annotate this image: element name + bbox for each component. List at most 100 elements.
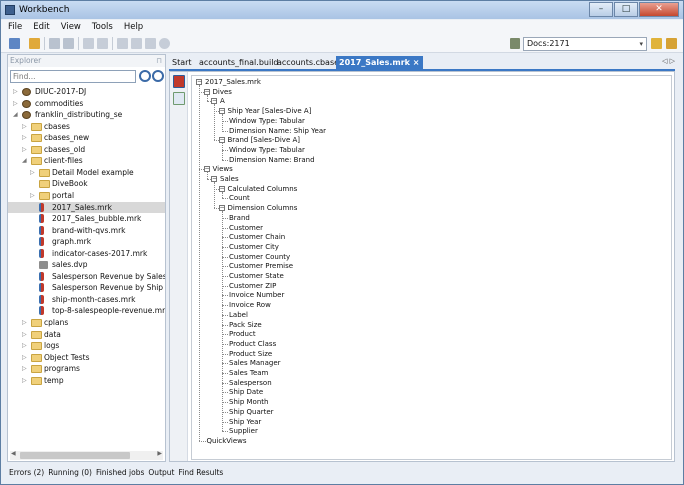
search-icon[interactable] bbox=[139, 70, 151, 82]
status-errors[interactable]: Errors (2) bbox=[9, 468, 44, 477]
tree-node-label[interactable]: Sales Manager bbox=[229, 359, 281, 368]
tree-node-label[interactable]: Invoice Number bbox=[229, 291, 284, 300]
explorer-item[interactable]: ▷ DIUC-2017-DJ bbox=[8, 86, 165, 97]
menu-help[interactable]: Help bbox=[124, 22, 143, 32]
explorer-item[interactable]: ▷ cbases_old bbox=[8, 144, 165, 155]
explorer-item[interactable]: ▷ portal bbox=[8, 190, 165, 201]
explorer-item[interactable]: ▷ Object Tests bbox=[8, 352, 165, 363]
tree-node-label[interactable]: Salesperson bbox=[229, 379, 272, 388]
tree-node-label[interactable]: Customer Chain bbox=[229, 233, 285, 242]
collapsed-arrow-icon[interactable]: ▷ bbox=[22, 329, 27, 340]
tree-node-label[interactable]: Product Size bbox=[229, 350, 272, 359]
tree-node-label[interactable]: Invoice Row bbox=[229, 301, 271, 310]
collapsed-arrow-icon[interactable]: ▷ bbox=[22, 375, 27, 386]
explorer-item[interactable]: ▷ programs bbox=[8, 363, 165, 374]
explorer-item[interactable]: ▷ cbases_new bbox=[8, 132, 165, 143]
close-icon[interactable]: × bbox=[413, 58, 420, 67]
collapsed-arrow-icon[interactable]: ▷ bbox=[22, 352, 27, 363]
explorer-item[interactable]: ▷ logs bbox=[8, 340, 165, 351]
tree-node-label[interactable]: Dimension Columns bbox=[228, 204, 298, 213]
server-settings-icon[interactable] bbox=[666, 38, 677, 49]
collapse-toggle-icon[interactable]: − bbox=[203, 88, 210, 95]
tree-node-label[interactable]: Ship Month bbox=[229, 398, 268, 407]
collapsed-arrow-icon[interactable]: ▷ bbox=[13, 98, 18, 109]
collapse-toggle-icon[interactable]: − bbox=[203, 166, 210, 173]
tree-node-label[interactable]: Dives bbox=[213, 88, 232, 97]
paste-icon[interactable] bbox=[145, 38, 156, 49]
collapsed-arrow-icon[interactable]: ▷ bbox=[22, 121, 27, 132]
tree-node-label[interactable]: Ship Date bbox=[229, 388, 263, 397]
connect-icon[interactable] bbox=[651, 38, 662, 49]
tree-node-label[interactable]: Customer State bbox=[229, 272, 284, 281]
explorer-find-input[interactable]: Find... bbox=[10, 70, 136, 83]
explorer-item[interactable]: ▷ Detail Model example bbox=[8, 167, 165, 178]
tree-node-label[interactable]: Ship Year [Sales-Dive A] bbox=[228, 107, 312, 116]
new-file-icon[interactable] bbox=[9, 38, 20, 49]
menu-file[interactable]: File bbox=[8, 22, 22, 32]
tree-node-label[interactable]: Window Type: Tabular bbox=[229, 146, 305, 155]
explorer-item[interactable]: brand-with-qvs.mrk bbox=[8, 225, 165, 236]
undo-icon[interactable] bbox=[83, 38, 94, 49]
explorer-item[interactable]: indicator-cases-2017.mrk bbox=[8, 248, 165, 259]
explorer-item[interactable]: 2017_Sales_bubble.mrk bbox=[8, 213, 165, 224]
status-finished-jobs[interactable]: Finished jobs bbox=[96, 468, 144, 477]
save-all-icon[interactable] bbox=[63, 38, 74, 49]
explorer-item[interactable]: sales.dvp bbox=[8, 259, 165, 270]
tree-node-label[interactable]: Customer County bbox=[229, 253, 290, 262]
collapse-toggle-icon[interactable]: − bbox=[211, 176, 217, 182]
cut-icon[interactable] bbox=[117, 38, 128, 49]
close-button[interactable]: ✕ bbox=[639, 2, 679, 17]
tree-node-label[interactable]: Sales bbox=[220, 175, 239, 184]
collapsed-arrow-icon[interactable]: ▷ bbox=[30, 167, 35, 178]
tree-node-label[interactable]: Product Class bbox=[229, 340, 276, 349]
collapsed-arrow-icon[interactable]: ▷ bbox=[22, 144, 27, 155]
maximize-button[interactable]: □ bbox=[614, 2, 638, 17]
tree-node-label[interactable]: Sales Team bbox=[229, 369, 268, 378]
open-folder-icon[interactable] bbox=[29, 38, 40, 49]
copy-icon[interactable] bbox=[131, 38, 142, 49]
tree-node-label[interactable]: Label bbox=[229, 311, 248, 320]
tab-accounts-final-build[interactable]: accounts_final.build bbox=[196, 56, 282, 69]
save-icon[interactable] bbox=[49, 38, 60, 49]
explorer-item[interactable]: 2017_Sales.mrk bbox=[8, 201, 165, 213]
explorer-item[interactable]: ▷ data bbox=[8, 329, 165, 340]
explorer-item[interactable]: Salesperson Revenue by Ship Mor bbox=[8, 282, 165, 293]
scrollbar-thumb[interactable] bbox=[20, 452, 130, 459]
tab-start[interactable]: Start bbox=[169, 56, 195, 69]
tree-node-label[interactable]: Ship Year bbox=[229, 418, 261, 427]
tree-node-label[interactable]: Product bbox=[229, 330, 256, 339]
collapsed-arrow-icon[interactable]: ▷ bbox=[22, 132, 27, 143]
explorer-item[interactable]: ▷ cbases bbox=[8, 121, 165, 132]
panel-pin-icon[interactable]: ⊓ bbox=[156, 55, 162, 67]
tab-2017-sales-mrk[interactable]: 2017_Sales.mrk × bbox=[336, 56, 423, 69]
tree-node-label[interactable]: Calculated Columns bbox=[228, 185, 298, 194]
tree-node-label[interactable]: A bbox=[220, 97, 225, 106]
explorer-item[interactable]: DiveBook bbox=[8, 178, 165, 189]
collapsed-arrow-icon[interactable]: ▷ bbox=[22, 363, 27, 374]
tree-node-label[interactable]: Ship Quarter bbox=[229, 408, 274, 417]
collapse-toggle-icon[interactable]: − bbox=[218, 108, 225, 115]
status-running[interactable]: Running (0) bbox=[48, 468, 92, 477]
collapsed-arrow-icon[interactable]: ▷ bbox=[22, 340, 27, 351]
collapsed-arrow-icon[interactable]: ▷ bbox=[30, 190, 35, 201]
tree-node-label[interactable]: Views bbox=[213, 165, 233, 174]
explorer-item[interactable]: ▷ commodities bbox=[8, 98, 165, 109]
expanded-arrow-icon[interactable]: ◢ bbox=[13, 109, 18, 120]
explorer-item[interactable]: graph.mrk bbox=[8, 236, 165, 247]
tree-node-label[interactable]: Customer bbox=[229, 224, 263, 233]
redo-icon[interactable] bbox=[97, 38, 108, 49]
expanded-arrow-icon[interactable]: ◢ bbox=[22, 155, 27, 166]
status-find-results[interactable]: Find Results bbox=[178, 468, 223, 477]
explorer-horizontal-scrollbar[interactable]: ◀ ▶ bbox=[10, 450, 163, 460]
collapsed-arrow-icon[interactable]: ▷ bbox=[22, 317, 27, 328]
menu-view[interactable]: View bbox=[61, 22, 81, 32]
tree-node-label[interactable]: Brand [Sales-Dive A] bbox=[228, 136, 301, 145]
scroll-right-icon[interactable]: ▶ bbox=[157, 450, 162, 457]
explorer-item[interactable]: ◢ client-files bbox=[8, 155, 165, 166]
collapse-toggle-icon[interactable]: − bbox=[211, 98, 217, 105]
text-view-icon[interactable] bbox=[173, 92, 185, 105]
explorer-item[interactable]: ▷ temp bbox=[8, 375, 165, 386]
explorer-item[interactable]: top-8-salespeople-revenue.mrk bbox=[8, 305, 165, 316]
tree-node-label[interactable]: Supplier bbox=[229, 427, 258, 436]
tree-node-label[interactable]: Window Type: Tabular bbox=[229, 117, 305, 126]
